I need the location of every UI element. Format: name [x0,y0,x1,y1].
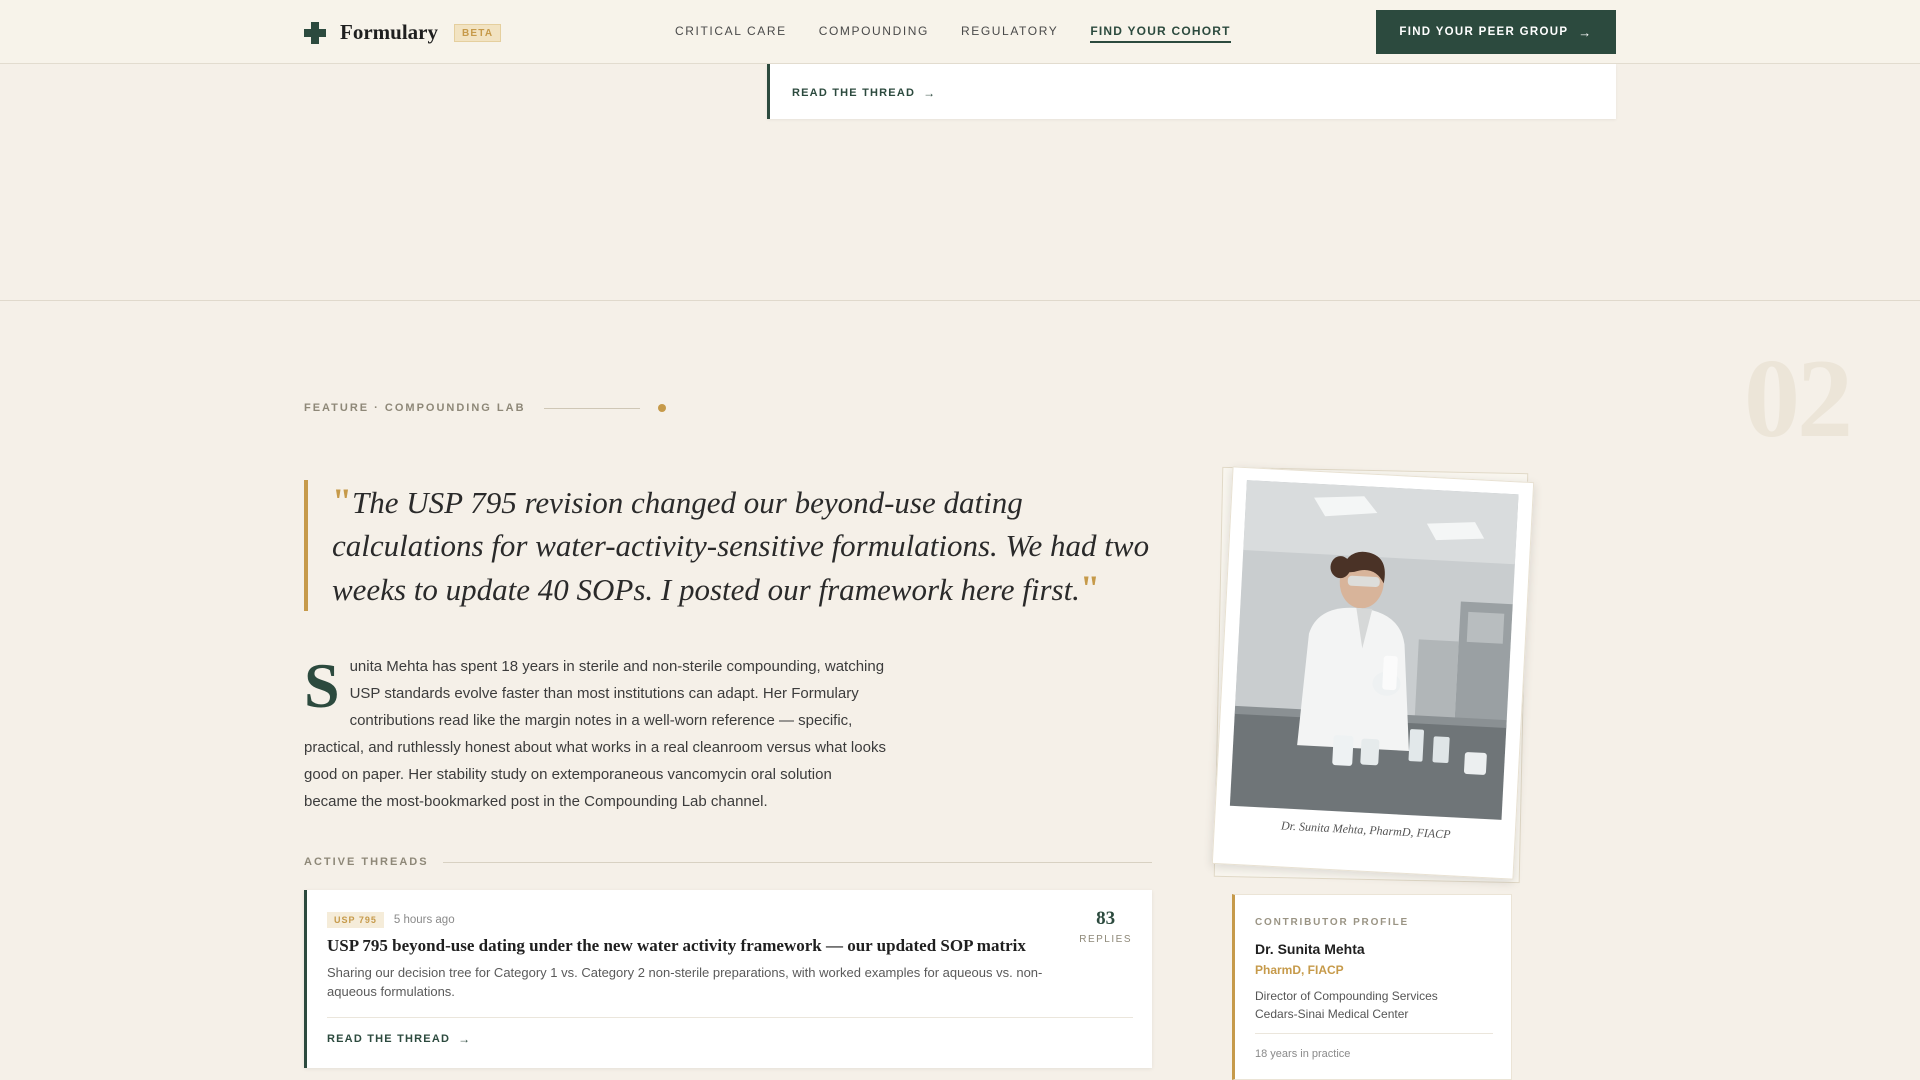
bio-text: unita Mehta has spent 18 years in steril… [304,658,886,810]
eyebrow-dot [657,404,666,412]
thread-separator [327,1017,1133,1018]
contributor-photo-polaroid: Dr. Sunita Mehta, PharmD, FIACP [1211,466,1535,880]
eyebrow-text: FEATURE · COMPOUNDING LAB [304,402,526,414]
read-thread-label: READ THE THREAD [327,1033,451,1045]
beta-badge: BETA [453,23,502,42]
contributor-bio: S unita Mehta has spent 18 years in ster… [304,653,886,815]
read-thread-link[interactable]: READ THE THREAD → [792,86,936,100]
thread-card[interactable]: USP 795 5 hours ago USP 795 beyond-use d… [304,890,1152,1068]
thread-excerpt: Sharing our decision tree for Category 1… [327,965,1043,999]
nav-compounding[interactable]: COMPOUNDING [819,24,929,43]
read-thread-link[interactable]: READ THE THREAD → [327,1032,471,1046]
profile-label: CONTRIBUTOR PROFILE [1255,917,1410,928]
nav-find-your-cohort[interactable]: FIND YOUR COHORT [1090,24,1231,43]
thread-meta: USP 795 5 hours ago [327,912,455,928]
open-quote-icon: " [332,481,352,521]
active-threads-label: ACTIVE THREADS [304,856,429,868]
drop-cap: S [304,650,340,721]
profile-years: 18 years in practice [1255,1048,1351,1060]
read-thread-label: READ THE THREAD [792,87,916,99]
replies-number: 83 [1096,908,1116,929]
find-peer-group-button[interactable]: FIND YOUR PEER GROUP → [1376,10,1616,54]
close-quote-icon: " [1079,568,1100,608]
quote-text: The USP 795 revision changed our beyond-… [332,485,1150,607]
contributor-photo [1229,480,1519,820]
profile-separator [1255,1033,1493,1034]
previous-thread-card: READ THE THREAD → [767,64,1616,119]
threads-divider [442,861,1152,863]
cross-logo-icon [304,21,326,44]
feature-quote: "The USP 795 revision changed our beyond… [304,480,1164,611]
profile-credentials: PharmD, FIACP [1255,963,1344,977]
thread-time: 5 hours ago [393,914,455,926]
cta-label: FIND YOUR PEER GROUP [1399,26,1569,38]
lab-photo-illustration [1229,480,1519,820]
thread-tag[interactable]: USP 795 [327,912,384,928]
arrow-right-icon: → [1578,24,1593,40]
feature-eyebrow: FEATURE · COMPOUNDING LAB [304,402,666,414]
arrow-right-icon: → [458,1032,472,1046]
nav-critical-care[interactable]: CRITICAL CARE [675,24,787,43]
eyebrow-line [543,407,640,409]
profile-name[interactable]: Dr. Sunita Mehta [1255,941,1365,957]
site-header: Formulary BETA CRITICAL CARE COMPOUNDING… [0,0,1920,64]
profile-role-block: Director of Compounding Services Cedars-… [1255,987,1438,1023]
thread-title[interactable]: USP 795 beyond-use dating under the new … [327,936,1067,956]
reply-count: 83 REPLIES [1079,908,1132,945]
nav-regulatory[interactable]: REGULATORY [961,24,1058,43]
profile-organization: Cedars-Sinai Medical Center [1255,1007,1409,1021]
brand[interactable]: Formulary BETA [304,20,502,45]
replies-label: REPLIES [1079,934,1132,945]
brand-name: Formulary [340,20,438,44]
section-number: 02 [1744,337,1853,461]
profile-role: Director of Compounding Services [1255,989,1438,1003]
photo-caption: Dr. Sunita Mehta, PharmD, FIACP [1280,818,1451,842]
arrow-right-icon: → [923,86,937,100]
section-divider [0,300,1920,301]
contributor-profile-card: CONTRIBUTOR PROFILE Dr. Sunita Mehta Pha… [1232,894,1512,1080]
active-threads-header: ACTIVE THREADS [304,856,1152,868]
main-nav: CRITICAL CARE COMPOUNDING REGULATORY FIN… [675,24,1263,43]
